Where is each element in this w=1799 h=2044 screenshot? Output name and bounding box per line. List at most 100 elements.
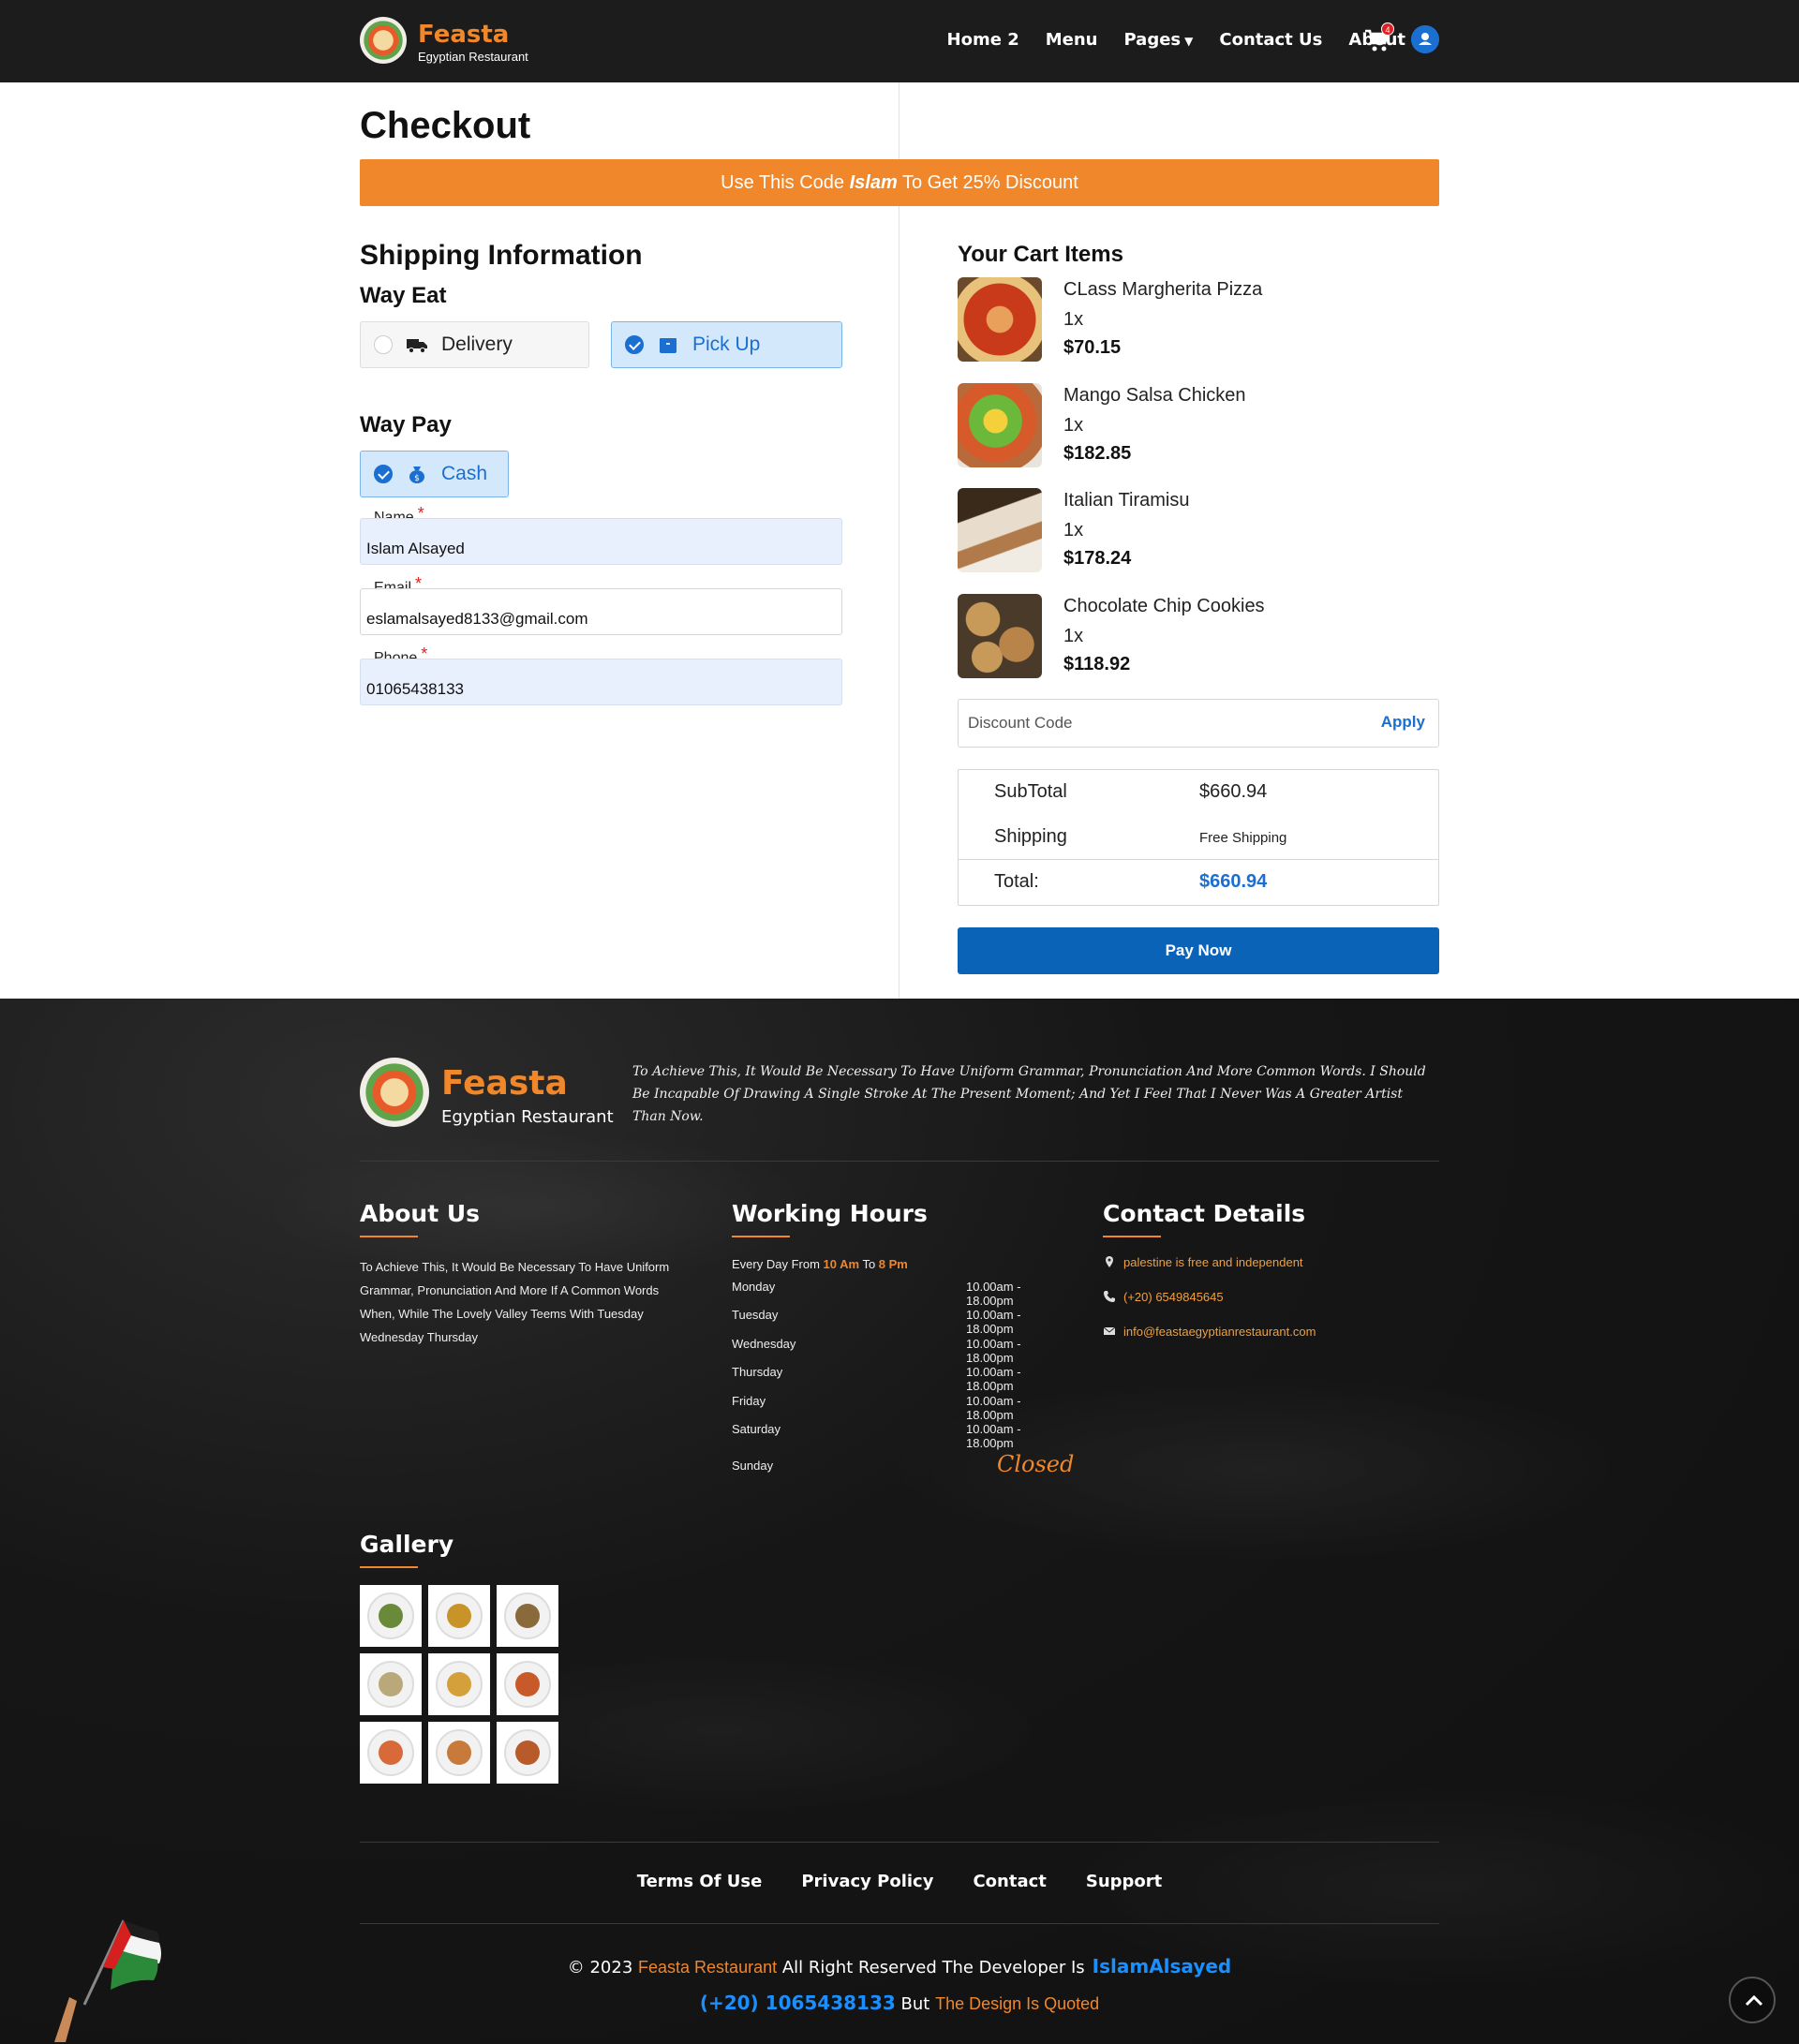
discount-code-input[interactable] [968, 711, 1343, 735]
hours-day: Thursday [732, 1365, 783, 1379]
footer-description: To Achieve This, It Would Be Necessary T… [632, 1064, 1426, 1124]
promo-code: Islam [849, 172, 898, 193]
total-value: $660.94 [1199, 871, 1268, 892]
column-divider [899, 82, 900, 999]
chevron-up-icon [1745, 1994, 1763, 2007]
gallery-image[interactable] [360, 1585, 422, 1647]
palestine-flag-icon [54, 1919, 161, 2042]
closed-label: Closed [997, 1451, 1075, 1477]
cart-item-name: CLass Margherita Pizza [1063, 279, 1263, 300]
gallery-image[interactable] [360, 1653, 422, 1715]
order-summary: SubTotal $660.94 Shipping Free Shipping … [958, 769, 1439, 906]
cart-item: Mango Salsa Chicken 1x $182.85 [958, 383, 1407, 469]
footer-link-support[interactable]: Support [1086, 1872, 1162, 1891]
working-hours-intro: Every Day From 10 Am To 8 Pm [732, 1257, 908, 1271]
gallery-heading: Gallery [360, 1531, 454, 1568]
developer-phone[interactable]: (+20) 1065438133 [700, 1992, 896, 2014]
footer-link-terms[interactable]: Terms Of Use [637, 1872, 763, 1891]
mango-chicken-image [958, 383, 1042, 467]
way-eat-heading: Way Eat [360, 283, 447, 308]
apply-discount-button[interactable]: Apply [1381, 713, 1425, 732]
cart-item: Italian Tiramisu 1x $178.24 [958, 488, 1407, 574]
pickup-radio[interactable] [625, 335, 644, 354]
gallery-image[interactable] [428, 1585, 490, 1647]
brand-name[interactable]: Feasta [418, 21, 509, 49]
hours-time: 10.00am - 18.00pm [966, 1337, 1021, 1365]
nav-link-menu[interactable]: Menu [1046, 30, 1098, 50]
contact-phone-text: (+20) 6549845645 [1123, 1290, 1224, 1304]
copyright-middle: All Right Reserved The Developer Is [777, 1958, 1085, 1977]
hours-day: Wednesday [732, 1337, 796, 1351]
money-bag-icon: $ [409, 467, 424, 483]
cart-items-heading: Your Cart Items [958, 242, 1123, 267]
way-eat-delivery-option[interactable]: Delivery [360, 321, 589, 368]
name-field[interactable] [360, 518, 842, 565]
page-title: Checkout [360, 105, 531, 146]
footer-links: Terms Of Use Privacy Policy Contact Supp… [0, 1872, 1799, 1891]
hours-row: Tuesday 10.00am - 18.00pm [732, 1308, 1069, 1336]
cart-item-qty: 1x [1063, 626, 1084, 646]
gallery-image[interactable] [497, 1722, 558, 1784]
map-pin-icon [1106, 1256, 1113, 1267]
box-icon [660, 338, 676, 353]
hours-day: Saturday [732, 1422, 781, 1436]
nav-link-pages-label: Pages [1123, 30, 1182, 50]
scroll-to-top-button[interactable] [1729, 1977, 1776, 2023]
cart-item-price: $182.85 [1063, 443, 1132, 464]
developer-link[interactable]: IslamAlsayed [1093, 1955, 1232, 1977]
hours-time: 10.00am - 18.00pm [966, 1422, 1021, 1450]
gallery-image[interactable] [497, 1653, 558, 1715]
hours-time: 10.00am - 18.00pm [966, 1280, 1021, 1308]
phone-field[interactable] [360, 659, 842, 705]
footer-divider [360, 1842, 1439, 1843]
design-quoted-link[interactable]: The Design Is Quoted [935, 1994, 1099, 2013]
user-avatar-icon[interactable] [1411, 25, 1439, 53]
hours-day: Tuesday [732, 1308, 779, 1322]
gallery-image[interactable] [360, 1722, 422, 1784]
discount-box: Apply [958, 699, 1439, 748]
copyright-prefix: © 2023 [567, 1958, 639, 1977]
phone-icon [1104, 1291, 1115, 1302]
nav-link-pages[interactable]: Pages ▼ [1123, 30, 1193, 50]
cart-item-qty: 1x [1063, 309, 1084, 330]
copyright-brand[interactable]: Feasta Restaurant [638, 1958, 777, 1977]
gallery-image[interactable] [497, 1585, 558, 1647]
top-navbar: Feasta Egyptian Restaurant Home 2 Menu P… [0, 0, 1799, 82]
delivery-radio[interactable] [374, 335, 393, 354]
hours-row: Friday 10.00am - 18.00pm [732, 1394, 1069, 1422]
contact-email-text: info@feastaegyptianrestaurant.com [1123, 1325, 1316, 1339]
cart-item-price: $178.24 [1063, 548, 1132, 569]
email-field[interactable] [360, 588, 842, 635]
footer-link-privacy[interactable]: Privacy Policy [801, 1872, 933, 1891]
cash-radio[interactable] [374, 465, 393, 483]
hours-to: 8 Pm [878, 1257, 908, 1271]
way-pay-cash-option[interactable]: $ Cash [360, 451, 509, 497]
footer-logo[interactable] [360, 1058, 429, 1127]
contact-address-text: palestine is free and independent [1123, 1255, 1303, 1269]
hours-intro-b: To [859, 1257, 879, 1271]
brand-subtitle: Egyptian Restaurant [418, 50, 528, 64]
about-us-heading: About Us [360, 1200, 481, 1237]
cart-count-badge: 4 [1381, 22, 1394, 36]
way-eat-pickup-option[interactable]: Pick Up [611, 321, 842, 368]
nav-link-home-2[interactable]: Home 2 [947, 30, 1019, 50]
promo-text-after: To Get 25% Discount [897, 172, 1078, 193]
footer-brand-name: Feasta [441, 1064, 568, 1103]
restaurant-logo[interactable] [360, 17, 407, 64]
footer-link-contact[interactable]: Contact [973, 1872, 1046, 1891]
cart-item-name: Chocolate Chip Cookies [1063, 596, 1265, 616]
chevron-down-icon: ▼ [1184, 35, 1194, 48]
pay-now-button[interactable]: Pay Now [958, 927, 1439, 974]
tiramisu-image [958, 488, 1042, 572]
pickup-label: Pick Up [692, 333, 761, 355]
hours-intro-a: Every Day From [732, 1257, 824, 1271]
hours-time: 10.00am - 18.00pm [966, 1308, 1021, 1336]
nav-link-contact-us[interactable]: Contact Us [1219, 30, 1322, 50]
cart-item: Chocolate Chip Cookies 1x $118.92 [958, 594, 1407, 680]
cart-item-price: $70.15 [1063, 337, 1122, 358]
gallery-image[interactable] [428, 1653, 490, 1715]
hours-time: 10.00am - 18.00pm [966, 1394, 1021, 1422]
gallery-image[interactable] [428, 1722, 490, 1784]
shipping-label: Shipping [994, 826, 1067, 847]
summary-divider [959, 859, 1438, 860]
